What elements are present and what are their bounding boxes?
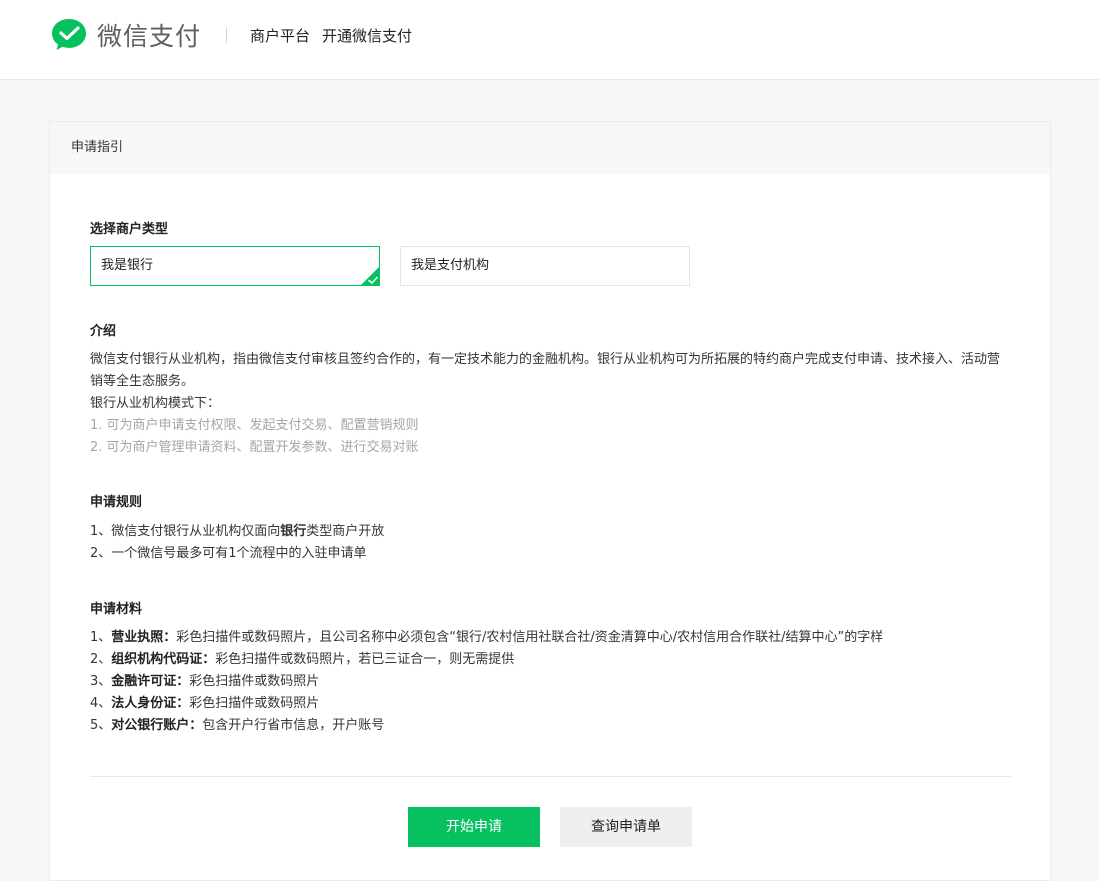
material-text: 彩色扫描件或数码照片	[189, 674, 320, 689]
rules-title: 申请规则	[90, 495, 143, 510]
nav-merchant-platform[interactable]: 商户平台	[250, 25, 310, 46]
material-item: 4、法人身份证：彩色扫描件或数码照片	[90, 693, 883, 715]
material-item: 3、金融许可证：彩色扫描件或数码照片	[90, 671, 883, 693]
start-application-button[interactable]: 开始申请	[408, 807, 540, 847]
option-payment-institution-label: 我是支付机构	[411, 258, 490, 273]
application-guide-panel: 申请指引 选择商户类型 我是银行 我是支付机构 介绍 微信支付银行从业机构，指由…	[49, 121, 1051, 881]
panel-title: 申请指引	[50, 122, 1050, 174]
material-num: 4、	[90, 696, 112, 711]
material-text: 彩色扫描件或数码照片	[189, 696, 320, 711]
wechat-pay-logo[interactable]: 微信支付	[50, 17, 201, 53]
wechat-pay-logo-icon	[52, 19, 86, 50]
materials-list: 1、营业执照：彩色扫描件或数码照片，且公司名称中必须包含“银行/农村信用社联合社…	[90, 627, 883, 737]
option-bank-label: 我是银行	[101, 258, 154, 273]
action-buttons: 开始申请 查询申请单	[408, 807, 692, 847]
query-application-button[interactable]: 查询申请单	[560, 807, 692, 847]
option-bank[interactable]: 我是银行	[90, 246, 380, 286]
material-item: 2、组织机构代码证：彩色扫描件或数码照片，若已三证合一，则无需提供	[90, 649, 883, 671]
material-label: 营业执照：	[111, 630, 177, 645]
intro-body: 微信支付银行从业机构，指由微信支付审核且签约合作的，有一定技术能力的金融机构。银…	[90, 349, 1011, 459]
material-label: 法人身份证：	[111, 696, 190, 711]
intro-title: 介绍	[90, 324, 117, 339]
material-num: 2、	[90, 652, 112, 667]
intro-mode-label: 银行从业机构模式下：	[90, 396, 221, 411]
selected-check-icon	[360, 266, 380, 286]
header-divider	[226, 27, 227, 43]
merchant-type-title: 选择商户类型	[90, 222, 169, 237]
intro-paragraph: 微信支付银行从业机构，指由微信支付审核且签约合作的，有一定技术能力的金融机构。银…	[90, 352, 1001, 389]
rule-emphasis: 银行	[280, 524, 307, 539]
actions-divider	[90, 776, 1011, 777]
material-num: 1、	[90, 630, 112, 645]
rule-item: 1、微信支付银行从业机构仅面向银行类型商户开放	[90, 521, 384, 543]
material-text: 彩色扫描件或数码照片，若已三证合一，则无需提供	[215, 652, 515, 667]
header-breadcrumb: 商户平台 开通微信支付	[250, 25, 424, 46]
rule-text: 类型商户开放	[306, 524, 385, 539]
material-item: 5、对公银行账户：包含开户行省市信息，开户账号	[90, 715, 883, 737]
rules-list: 1、微信支付银行从业机构仅面向银行类型商户开放 2、一个微信号最多可有1个流程中…	[90, 521, 384, 565]
material-label: 金融许可证：	[111, 674, 190, 689]
top-header: 微信支付 商户平台 开通微信支付	[0, 0, 1099, 80]
material-text: 包含开户行省市信息，开户账号	[202, 718, 385, 733]
merchant-type-options: 我是银行 我是支付机构	[90, 246, 710, 286]
material-label: 对公银行账户：	[111, 718, 203, 733]
option-payment-institution[interactable]: 我是支付机构	[400, 246, 690, 286]
material-label: 组织机构代码证：	[111, 652, 216, 667]
brand-name: 微信支付	[97, 22, 202, 51]
intro-item: 2. 可为商户管理申请资料、配置开发参数、进行交易对账	[90, 440, 419, 455]
intro-item: 1. 可为商户申请支付权限、发起支付交易、配置营销规则	[90, 418, 419, 433]
material-item: 1、营业执照：彩色扫描件或数码照片，且公司名称中必须包含“银行/农村信用社联合社…	[90, 627, 883, 649]
rule-text: 1、微信支付银行从业机构仅面向	[90, 524, 281, 539]
material-text: 彩色扫描件或数码照片，且公司名称中必须包含“银行/农村信用社联合社/资金清算中心…	[176, 630, 884, 645]
material-num: 3、	[90, 674, 112, 689]
nav-open-wechat-pay: 开通微信支付	[322, 27, 413, 45]
materials-title: 申请材料	[90, 602, 143, 617]
rule-item: 2、一个微信号最多可有1个流程中的入驻申请单	[90, 546, 367, 561]
material-num: 5、	[90, 718, 112, 733]
